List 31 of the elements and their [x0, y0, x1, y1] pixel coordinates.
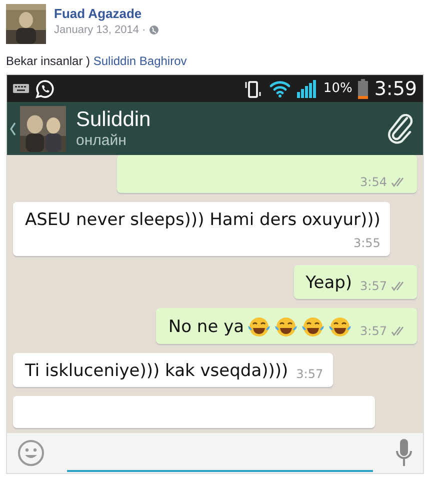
message-text: Ti iskluceniye))) kak vseqda)))) [25, 361, 288, 381]
separator-dot: · [142, 24, 146, 36]
paperclip-icon[interactable] [387, 114, 413, 144]
back-chevron-icon[interactable] [10, 122, 16, 136]
contact-name[interactable]: Suliddin [76, 108, 151, 132]
post-text: Bekar insanlar ) Suliddin Baghirov [6, 54, 188, 68]
tears-of-joy-emoji-icon [301, 316, 326, 338]
message-time: 3:57 [360, 324, 387, 338]
message-text: ASEU never sleeps))) Hami ders oxuyur))) [25, 210, 380, 230]
contact-status: онлайн [76, 132, 128, 149]
tears-of-joy-emoji-icon [274, 316, 298, 338]
message-time: 3:57 [360, 279, 387, 293]
message-time: 3:54 [360, 175, 387, 189]
clock-time: 3:59 [374, 78, 417, 100]
message-text: Yeap) [306, 273, 352, 293]
battery-percent: 10% [323, 81, 352, 96]
tagged-name-link[interactable]: Suliddin Baghirov [93, 54, 187, 68]
keyboard-icon [13, 84, 29, 93]
author-name[interactable]: Fuad Agazade [54, 6, 159, 21]
tears-of-joy-emoji-icon [247, 316, 272, 338]
tears-of-joy-emoji-icon [328, 316, 352, 338]
message-text: No ne ya [168, 317, 244, 337]
vibrate-icon [243, 78, 264, 98]
wifi-icon [269, 80, 292, 98]
message-time: 3:57 [296, 367, 324, 381]
signal-icon [297, 80, 318, 98]
phone-in-speech-bubble-icon [35, 78, 55, 98]
message-time: 3:55 [353, 236, 380, 250]
smiley-icon[interactable] [17, 439, 45, 467]
battery-icon [358, 78, 368, 98]
microphone-icon[interactable] [395, 438, 413, 468]
